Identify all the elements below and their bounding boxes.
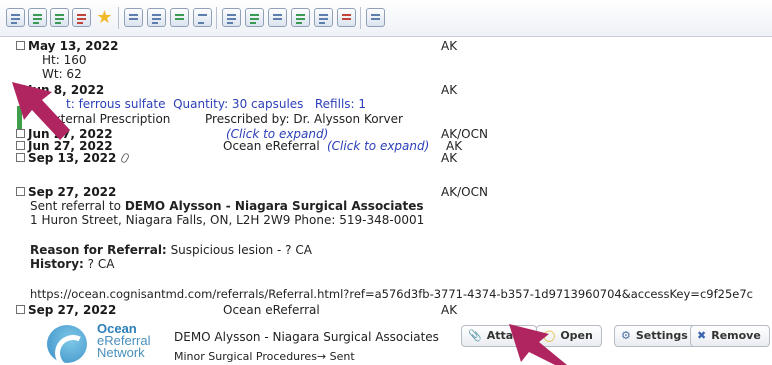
- entry-date[interactable]: Sep 13, 2022: [28, 151, 131, 165]
- scale-icon[interactable]: [124, 8, 143, 27]
- toolbar-separator: [118, 7, 119, 29]
- entry-provider: AK: [441, 303, 458, 317]
- prescription-line: t: ferrous sulfate Quantity: 30 capsules…: [66, 97, 366, 111]
- paperclip-icon[interactable]: [120, 152, 131, 164]
- lab-icon[interactable]: [268, 8, 287, 27]
- referral-sent-line: Sent referral to DEMO Alysson - Niagara …: [30, 199, 424, 213]
- image-icon[interactable]: [291, 8, 310, 27]
- entry-checkbox-checked[interactable]: [16, 85, 25, 94]
- entry-date[interactable]: Sep 27, 2022: [28, 185, 116, 199]
- export-icon[interactable]: [50, 8, 69, 27]
- settings-label: Settings: [635, 329, 688, 342]
- note-icon[interactable]: [222, 8, 241, 27]
- entry-checkbox[interactable]: [16, 187, 25, 196]
- entry-checkbox[interactable]: [16, 41, 25, 50]
- history-label: History:: [30, 257, 84, 271]
- quantity: Quantity: 30 capsules: [173, 97, 304, 111]
- new-document-icon[interactable]: [6, 8, 25, 27]
- ocean-ereferral-logo: Ocean eReferral Network: [47, 322, 177, 363]
- paperclip-icon: 📎: [468, 329, 482, 342]
- expand-link[interactable]: (Click to expand): [327, 139, 429, 153]
- open-button[interactable]: ◯ Open: [536, 325, 602, 347]
- referral-address: 1 Huron Street, Niagara Falls, ON, L2H 2…: [30, 213, 425, 227]
- referral-recipient: DEMO Alysson - Niagara Surgical Associat…: [124, 199, 424, 213]
- prescribed-by: Prescribed by: Dr. Alysson Korver: [205, 112, 403, 126]
- toolbar: ★: [0, 0, 772, 37]
- referral-url[interactable]: https://ocean.cognisantmd.com/referrals/…: [30, 287, 753, 301]
- attach-label: Attach: [486, 329, 528, 342]
- attach-button[interactable]: 📎 Attach: [461, 325, 537, 347]
- entry-date-text: Sep 13, 2022: [28, 151, 117, 165]
- entry-checkbox[interactable]: [16, 129, 25, 138]
- grid-icon[interactable]: [147, 8, 166, 27]
- toolbar-separator: [360, 7, 361, 29]
- entry-checkbox[interactable]: [16, 153, 25, 162]
- entry-type-label: Ocean eReferral: [223, 303, 320, 317]
- refills: Refills: 1: [314, 97, 367, 111]
- logo-text: Ocean eReferral Network: [97, 322, 150, 360]
- entry-date[interactable]: May 13, 2022: [28, 39, 119, 53]
- referral-reason: Reason for Referral: Suspicious lesion -…: [30, 243, 312, 257]
- sent-prefix: Sent referral to: [30, 199, 125, 213]
- gear-icon: ⚙: [621, 329, 631, 342]
- entry-checkbox[interactable]: [16, 305, 25, 314]
- open-label: Open: [560, 329, 593, 342]
- graph-icon[interactable]: [366, 8, 385, 27]
- weight-value: Wt: 62: [42, 67, 82, 81]
- scan-icon[interactable]: [245, 8, 264, 27]
- history-value: ? CA: [87, 257, 115, 271]
- drug-name: ferrous sulfate: [78, 97, 166, 111]
- history-icon[interactable]: [170, 8, 189, 27]
- tools-icon[interactable]: [72, 8, 91, 27]
- entry-provider: AK: [441, 83, 458, 97]
- remove-label: Remove: [711, 329, 761, 342]
- entry-date[interactable]: Jun 8, 2022: [28, 83, 104, 97]
- height-value: Ht: 160: [42, 53, 87, 67]
- entry-type-label: Ocean eReferral: [223, 139, 320, 153]
- settings-button[interactable]: ⚙ Settings: [614, 325, 697, 347]
- logo-line-3: Network: [97, 345, 145, 360]
- encounter-list: May 13, 2022 AK Ht: 160 Wt: 62 Jun 8, 20…: [0, 38, 772, 363]
- reason-value: Suspicious lesion - ? CA: [170, 243, 312, 257]
- entry-provider: AK/OCN: [441, 185, 488, 199]
- import-icon[interactable]: [28, 8, 47, 27]
- forms-icon[interactable]: [337, 8, 356, 27]
- rx-prefix: t:: [66, 97, 75, 111]
- entry-provider: AK: [441, 39, 458, 53]
- reason-label: Reason for Referral:: [30, 243, 167, 257]
- entry-date[interactable]: Sep 27, 2022: [28, 303, 116, 317]
- ereferral-recipient: DEMO Alysson - Niagara Surgical Associat…: [174, 330, 439, 344]
- ereferral-status: Minor Surgical Procedures→ Sent: [174, 350, 355, 363]
- star-icon[interactable]: ★: [95, 8, 114, 27]
- entry-provider: AK: [441, 151, 458, 165]
- entry-checkbox[interactable]: [16, 141, 25, 150]
- external-prescription: External Prescription: [46, 112, 171, 126]
- chart-icon[interactable]: [193, 8, 212, 27]
- close-icon: ✖: [697, 329, 707, 342]
- referral-history: History: ? CA: [30, 257, 114, 271]
- remove-button[interactable]: ✖ Remove: [690, 325, 770, 347]
- lightbulb-icon: ◯: [543, 329, 556, 342]
- flowsheet-icon[interactable]: [314, 8, 333, 27]
- toolbar-separator: [216, 7, 217, 29]
- ocean-logo-icon: [47, 325, 87, 363]
